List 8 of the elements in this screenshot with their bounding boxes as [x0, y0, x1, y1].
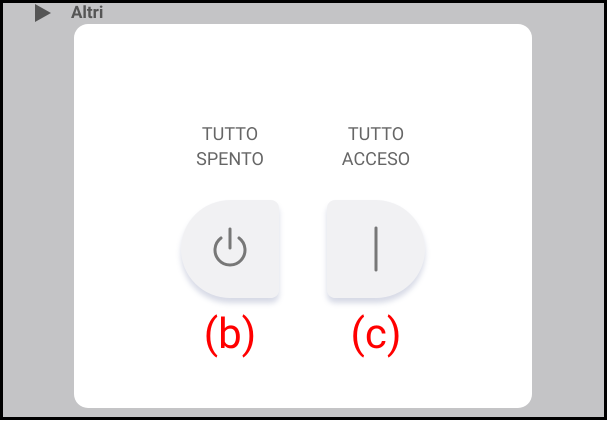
- button-caption: TUTTO ACCESO: [340, 123, 412, 172]
- button-caption: TUTTO SPENTO: [195, 123, 265, 172]
- annotation-label: (c): [350, 310, 402, 359]
- item-label: Altri: [71, 3, 104, 23]
- triangle-icon[interactable]: [35, 4, 51, 22]
- line-icon: [374, 226, 378, 272]
- annotation-label: (b): [204, 310, 256, 359]
- power-off-button[interactable]: [181, 200, 279, 298]
